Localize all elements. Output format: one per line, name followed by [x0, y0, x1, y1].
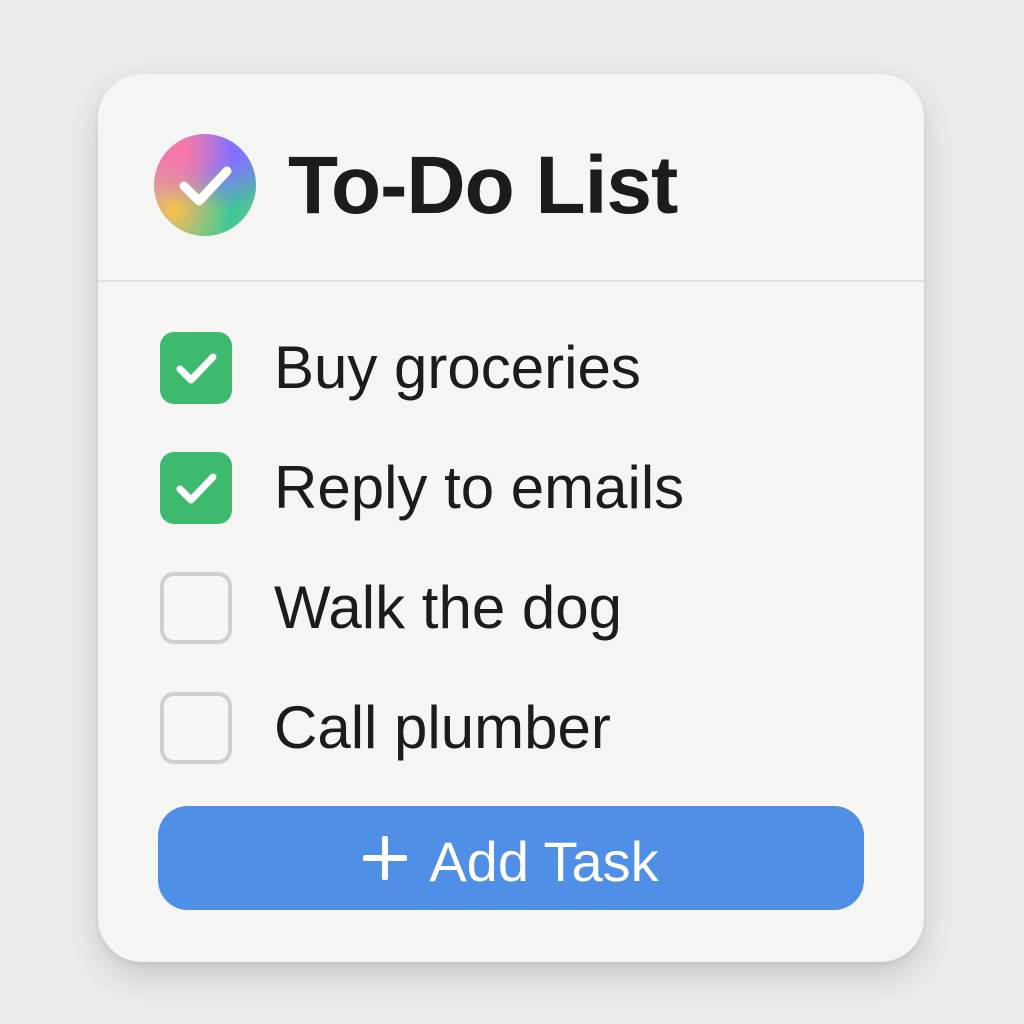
app-logo-icon: [154, 134, 256, 236]
task-item-walk-the-dog[interactable]: Walk the dog: [160, 572, 860, 646]
add-task-label: Add Task: [429, 830, 659, 894]
task-label: Call plumber: [274, 694, 611, 761]
page-title: To-Do List: [288, 140, 678, 231]
checkmark-icon: [176, 353, 217, 384]
task-label: Reply to emails: [274, 454, 685, 521]
task-checkbox-checked[interactable]: [160, 452, 232, 524]
task-label: Buy groceries: [274, 334, 641, 401]
add-task-button[interactable]: Add Task: [158, 806, 864, 910]
checkmark-icon: [176, 473, 217, 504]
task-checkbox-checked[interactable]: [160, 332, 232, 404]
card-header: To-Do List: [98, 74, 924, 282]
task-item-buy-groceries[interactable]: Buy groceries: [160, 332, 860, 406]
todo-card: To-Do List Buy groceries Reply to emails…: [98, 74, 924, 962]
task-checkbox-unchecked[interactable]: [160, 692, 232, 764]
task-checkbox-unchecked[interactable]: [160, 572, 232, 644]
task-label: Walk the dog: [274, 574, 622, 641]
task-item-reply-to-emails[interactable]: Reply to emails: [160, 452, 860, 526]
plus-icon: [363, 836, 408, 881]
task-item-call-plumber[interactable]: Call plumber: [160, 692, 860, 766]
